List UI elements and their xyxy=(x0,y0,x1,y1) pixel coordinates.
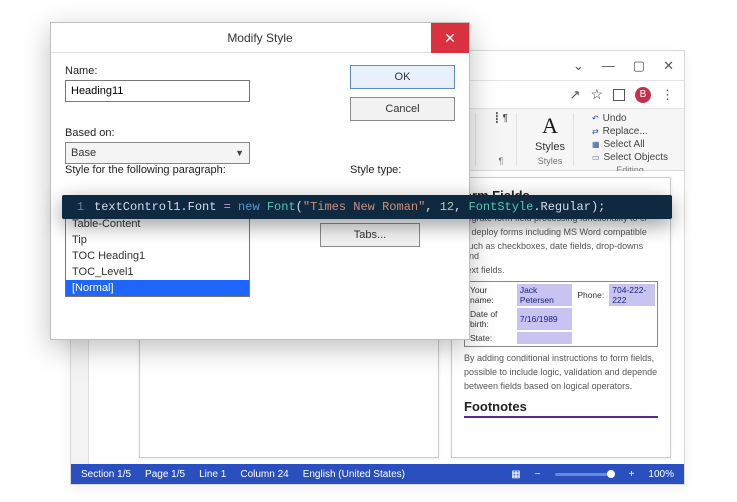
tabs-button[interactable]: Tabs... xyxy=(320,223,420,247)
name-label: Name: xyxy=(65,65,336,77)
ribbon-group-para: ┋ ¶ ¶ xyxy=(486,113,517,166)
share-icon[interactable]: ↗ xyxy=(570,87,581,103)
status-section: Section 1/5 xyxy=(81,469,131,480)
maximize-button[interactable]: ▢ xyxy=(633,58,645,74)
page-right: orm Fields tegrate form field processing… xyxy=(451,177,671,458)
status-page: Page 1/5 xyxy=(145,469,185,480)
name-input[interactable] xyxy=(65,80,250,102)
zoom-value: 100% xyxy=(648,469,674,480)
ribbon-group-styles: A Styles Styles xyxy=(527,113,574,166)
dropdown-item-selected[interactable]: [Normal] xyxy=(66,280,249,296)
ok-button[interactable]: OK xyxy=(350,65,455,89)
line-number: 1 xyxy=(68,200,84,214)
dialog-titlebar: Modify Style ✕ xyxy=(51,23,469,53)
ribbon-group-editing: ↶Undo ⇄Replace... ▦Select All ▭Select Ob… xyxy=(584,113,676,166)
zoom-minus-icon[interactable]: − xyxy=(535,469,541,480)
cancel-button[interactable]: Cancel xyxy=(350,97,455,121)
dialog-close-button[interactable]: ✕ xyxy=(431,23,469,53)
dropdown-item[interactable]: TOC_Level1 xyxy=(66,264,249,280)
styles-button[interactable]: Styles xyxy=(535,141,565,153)
basedon-combo[interactable]: Base▼ xyxy=(65,142,250,164)
chevron-down-icon[interactable]: ⌄ xyxy=(573,58,584,74)
kebab-icon[interactable]: ⋮ xyxy=(661,87,674,103)
close-window-button[interactable]: ✕ xyxy=(663,58,674,74)
dialog-title: Modify Style xyxy=(227,31,292,45)
status-line: Line 1 xyxy=(199,469,226,480)
zoom-plus-icon[interactable]: + xyxy=(629,469,635,480)
select-all-button[interactable]: ▦Select All xyxy=(592,139,668,150)
chevron-down-icon: ▼ xyxy=(235,148,244,158)
avatar[interactable]: B xyxy=(635,87,651,103)
status-bar: Section 1/5 Page 1/5 Line 1 Column 24 En… xyxy=(71,464,684,484)
close-icon: ✕ xyxy=(444,30,456,47)
styletype-label: Style type: xyxy=(350,164,455,176)
modify-style-dialog: Modify Style ✕ Name: OK Cancel Based on:… xyxy=(50,22,470,340)
dropdown-item[interactable]: Tip xyxy=(66,232,249,248)
stylefor-label: Style for the following paragraph: xyxy=(65,164,336,176)
code-overlay: 1 textControl1.Font = new Font("Times Ne… xyxy=(62,195,672,219)
styles-icon[interactable]: A xyxy=(542,113,558,139)
replace-button[interactable]: ⇄Replace... xyxy=(592,126,668,137)
zoom-view-icon[interactable]: ▦ xyxy=(511,469,520,480)
form-table: Your name:Jack PetersenPhone:704-222-222… xyxy=(464,281,658,347)
undo-button[interactable]: ↶Undo xyxy=(592,113,668,124)
status-language: English (United States) xyxy=(303,469,405,480)
status-column: Column 24 xyxy=(240,469,288,480)
zoom-slider[interactable] xyxy=(555,473,615,476)
dropdown-item[interactable]: TOC Heading1 xyxy=(66,248,249,264)
select-objects-button[interactable]: ▭Select Objects xyxy=(592,152,668,163)
section-heading-2: Footnotes xyxy=(464,399,658,418)
styles-group-label: Styles xyxy=(538,156,563,166)
basedon-label: Based on: xyxy=(65,127,336,139)
star-icon[interactable]: ☆ xyxy=(590,86,603,103)
square-icon[interactable] xyxy=(613,89,625,101)
minimize-button[interactable]: — xyxy=(602,58,615,73)
